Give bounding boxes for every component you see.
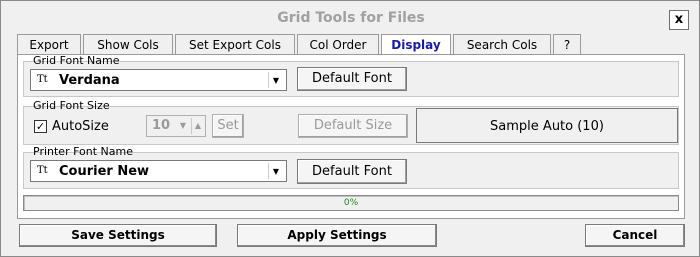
tab-search-cols[interactable]: Search Cols: [453, 34, 551, 54]
apply-settings-button[interactable]: Apply Settings: [237, 224, 437, 247]
chevron-down-icon[interactable]: ▼: [268, 163, 283, 179]
spinner-up-icon[interactable]: ▲: [191, 118, 204, 134]
set-size-button[interactable]: Set: [212, 114, 244, 138]
font-sample-display: Sample Auto (10): [416, 108, 678, 143]
grid-font-size-group: Grid Font Size ✓ AutoSize 10 ▼ ▲ Set Def…: [23, 99, 679, 145]
truetype-font-icon: Tt: [37, 74, 48, 85]
tab-display[interactable]: Display: [381, 34, 451, 55]
printer-font-value: Courier New: [59, 163, 150, 179]
tab-set-export-cols[interactable]: Set Export Cols: [175, 34, 295, 54]
printer-font-group: Printer Font Name Tt Courier New ▼ Defau…: [23, 145, 679, 189]
printer-default-font-button[interactable]: Default Font: [297, 159, 407, 184]
cancel-button[interactable]: Cancel: [585, 224, 685, 247]
save-settings-button[interactable]: Save Settings: [19, 224, 217, 247]
tab-col-order[interactable]: Col Order: [297, 34, 379, 54]
truetype-font-icon: Tt: [37, 165, 48, 176]
font-size-value: 10: [152, 118, 171, 133]
grid-font-group: Grid Font Name Tt Verdana ▼ Default Font: [23, 54, 679, 97]
window-title: Grid Tools for Files: [277, 10, 425, 26]
grid-default-font-button[interactable]: Default Font: [297, 67, 407, 91]
autosize-checkbox[interactable]: ✓: [34, 120, 47, 133]
font-size-spinner[interactable]: 10 ▼ ▲: [146, 115, 206, 137]
close-button[interactable]: x: [669, 10, 689, 30]
default-size-button[interactable]: Default Size: [298, 114, 408, 138]
chevron-down-icon[interactable]: ▼: [268, 72, 283, 88]
progress-bar: 0%: [23, 195, 679, 211]
grid-font-size-group-label: Grid Font Size: [33, 99, 110, 112]
dialog-window: Grid Tools for Files x Export Show Cols …: [0, 0, 700, 257]
autosize-label: AutoSize: [52, 119, 109, 134]
tab-show-cols[interactable]: Show Cols: [83, 34, 173, 54]
printer-font-select[interactable]: Tt Courier New ▼: [30, 160, 287, 182]
spinner-down-icon[interactable]: ▼: [177, 118, 189, 134]
printer-font-group-label: Printer Font Name: [33, 145, 133, 158]
progress-label: 0%: [343, 198, 359, 208]
grid-font-group-label: Grid Font Name: [33, 54, 120, 67]
tab-export[interactable]: Export: [17, 34, 81, 54]
grid-font-select[interactable]: Tt Verdana ▼: [30, 69, 287, 91]
grid-font-value: Verdana: [59, 72, 120, 88]
tab-help[interactable]: ?: [553, 34, 581, 54]
